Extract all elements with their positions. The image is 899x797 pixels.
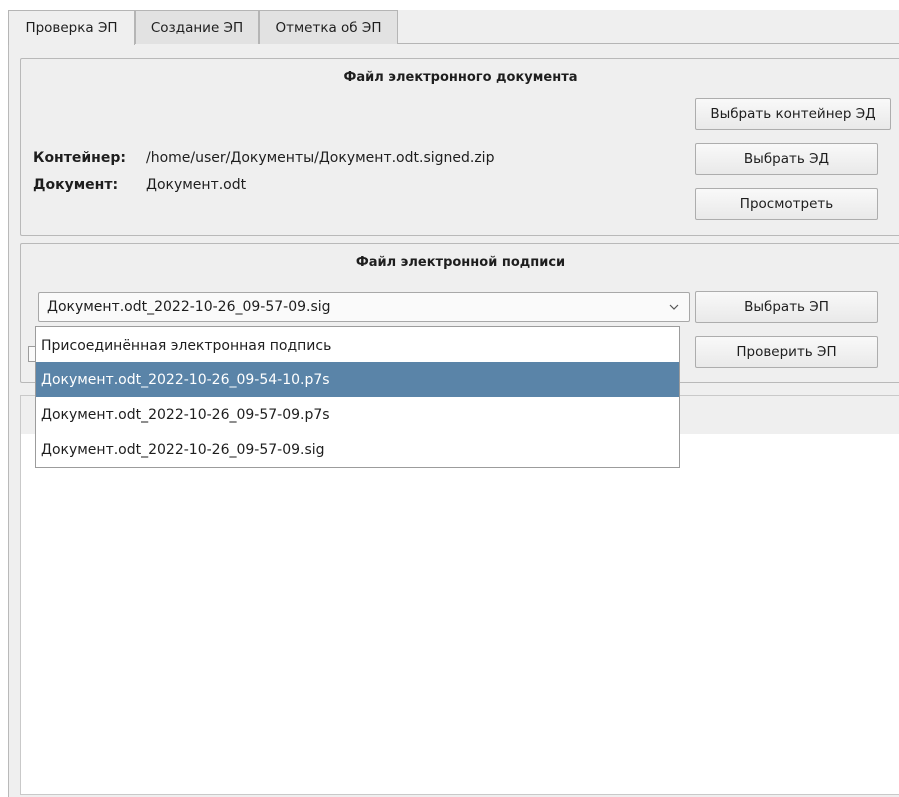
verify-signature-button[interactable]: Проверить ЭП (695, 336, 878, 368)
view-document-button[interactable]: Просмотреть (695, 188, 878, 220)
top-strip (0, 0, 899, 10)
container-row: Контейнер: /home/user/Документы/Документ… (33, 150, 494, 166)
tab-create-signature[interactable]: Создание ЭП (135, 10, 259, 44)
dropdown-option-sig[interactable]: Документ.odt_2022-10-26_09-57-09.sig (36, 432, 679, 467)
choose-signature-button[interactable]: Выбрать ЭП (695, 291, 878, 323)
dropdown-option-attached[interactable]: Присоединённая электронная подпись (36, 328, 679, 363)
tab-verify-signature[interactable]: Проверка ЭП (8, 10, 135, 45)
container-path: /home/user/Документы/Документ.odt.signed… (146, 150, 495, 166)
signature-group-title: Файл электронной подписи (355, 255, 566, 270)
chevron-down-icon (669, 304, 679, 310)
signature-dropdown-list: Присоединённая электронная подпись Докум… (35, 326, 680, 468)
tab-signature-mark[interactable]: Отметка об ЭП (259, 10, 398, 44)
signature-file-combo[interactable]: Документ.odt_2022-10-26_09-57-09.sig (38, 292, 690, 322)
dropdown-option-p7s-1[interactable]: Документ.odt_2022-10-26_09-54-10.p7s (36, 362, 679, 397)
dropdown-option-p7s-2[interactable]: Документ.odt_2022-10-26_09-57-09.p7s (36, 397, 679, 432)
choose-container-button[interactable]: Выбрать контейнер ЭД (695, 98, 891, 130)
document-row: Документ: Документ.odt (33, 177, 246, 193)
container-label: Контейнер: (33, 150, 126, 166)
document-name: Документ.odt (146, 177, 247, 193)
document-label: Документ: (33, 177, 119, 193)
tab-bar: Проверка ЭП Создание ЭП Отметка об ЭП (8, 10, 899, 45)
signature-combo-value: Документ.odt_2022-10-26_09-57-09.sig (47, 299, 331, 315)
document-group-title: Файл электронного документа (343, 70, 578, 85)
choose-document-button[interactable]: Выбрать ЭД (695, 143, 878, 175)
document-file-group: Файл электронного документа Контейнер: /… (20, 58, 899, 236)
